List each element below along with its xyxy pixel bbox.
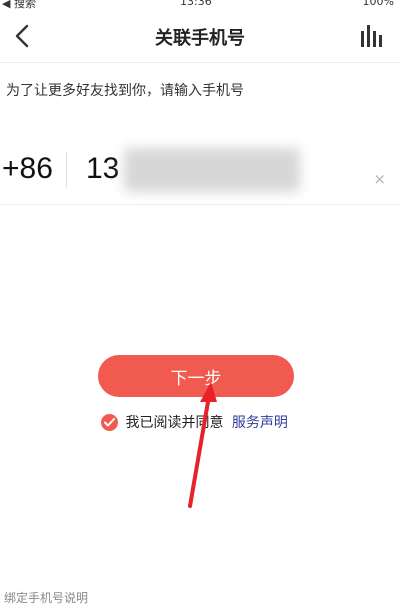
phone-input[interactable]: 13: [86, 152, 119, 186]
bars-icon[interactable]: [360, 25, 386, 47]
battery-level: 100%: [362, 0, 394, 8]
page-title: 关联手机号: [155, 28, 245, 49]
input-divider: [66, 152, 67, 188]
checkmark-icon[interactable]: [101, 413, 118, 431]
nav-bar: 关联手机号: [0, 10, 400, 63]
blurred-phone-digits: [124, 148, 300, 192]
country-code[interactable]: +86: [2, 152, 53, 186]
footer-note[interactable]: 绑定手机号说明: [4, 589, 88, 606]
carrier-label: ◀ 搜索: [2, 0, 36, 10]
service-statement-link[interactable]: 服务声明: [232, 415, 288, 431]
red-arrow-annotation: [188, 382, 217, 508]
status-time: 13:36: [180, 0, 212, 8]
hint-text: 为了让更多好友找到你，请输入手机号: [6, 83, 244, 99]
clear-icon[interactable]: ×: [373, 170, 386, 188]
status-bar: ◀ 搜索 13:36 100%: [0, 0, 400, 10]
